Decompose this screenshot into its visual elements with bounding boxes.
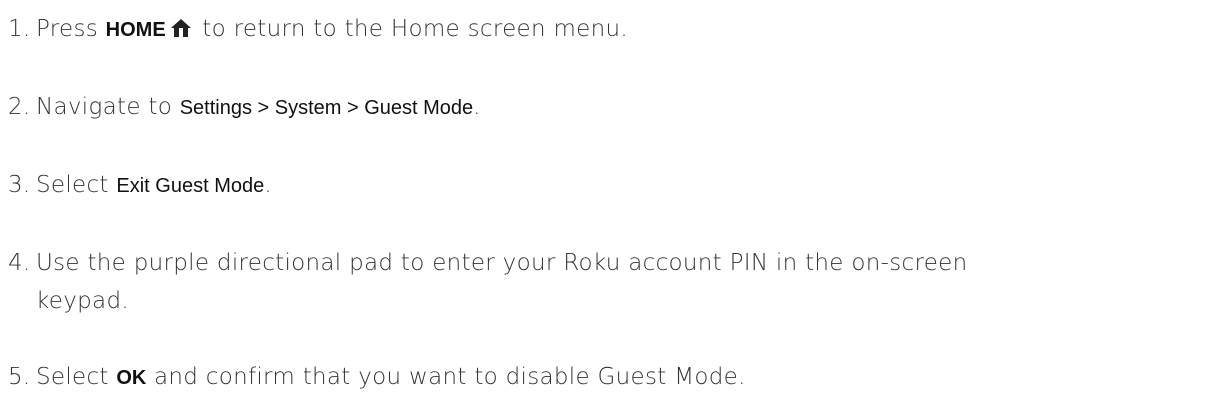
step-text: Select xyxy=(36,364,117,390)
step-text: . xyxy=(473,94,481,120)
step-1: 1. Press HOME to return to the Home scree… xyxy=(8,10,628,50)
menu-path: Settings > System > Guest Mode xyxy=(179,97,474,119)
step-number: 3. xyxy=(8,172,31,198)
step-number: 4. xyxy=(8,250,31,276)
step-text: Press xyxy=(36,16,106,42)
step-number: 1. xyxy=(8,16,31,42)
step-text: Use the purple directional pad to enter … xyxy=(36,250,968,276)
step-text-continued: keypad. xyxy=(36,288,129,314)
step-text: and confirm that you want to disable Gue… xyxy=(146,364,746,390)
step-5: 5. Select OK and confirm that you want to… xyxy=(8,358,746,397)
step-text: Select xyxy=(36,172,117,198)
step-4: 4. Use the purple directional pad to ente… xyxy=(8,244,967,320)
menu-option: Exit Guest Mode xyxy=(116,175,265,197)
step-number: 2. xyxy=(8,94,31,120)
key-name: OK xyxy=(116,367,147,389)
step-number: 5. xyxy=(8,364,31,390)
key-name: HOME xyxy=(105,19,166,41)
step-3: 3. Select Exit Guest Mode. xyxy=(8,166,272,205)
home-icon xyxy=(170,12,192,50)
step-text: to return to the Home screen menu. xyxy=(194,16,628,42)
step-2: 2. Navigate to Settings > System > Guest … xyxy=(8,88,481,127)
step-text: Navigate to xyxy=(36,94,180,120)
step-text: . xyxy=(264,172,272,198)
